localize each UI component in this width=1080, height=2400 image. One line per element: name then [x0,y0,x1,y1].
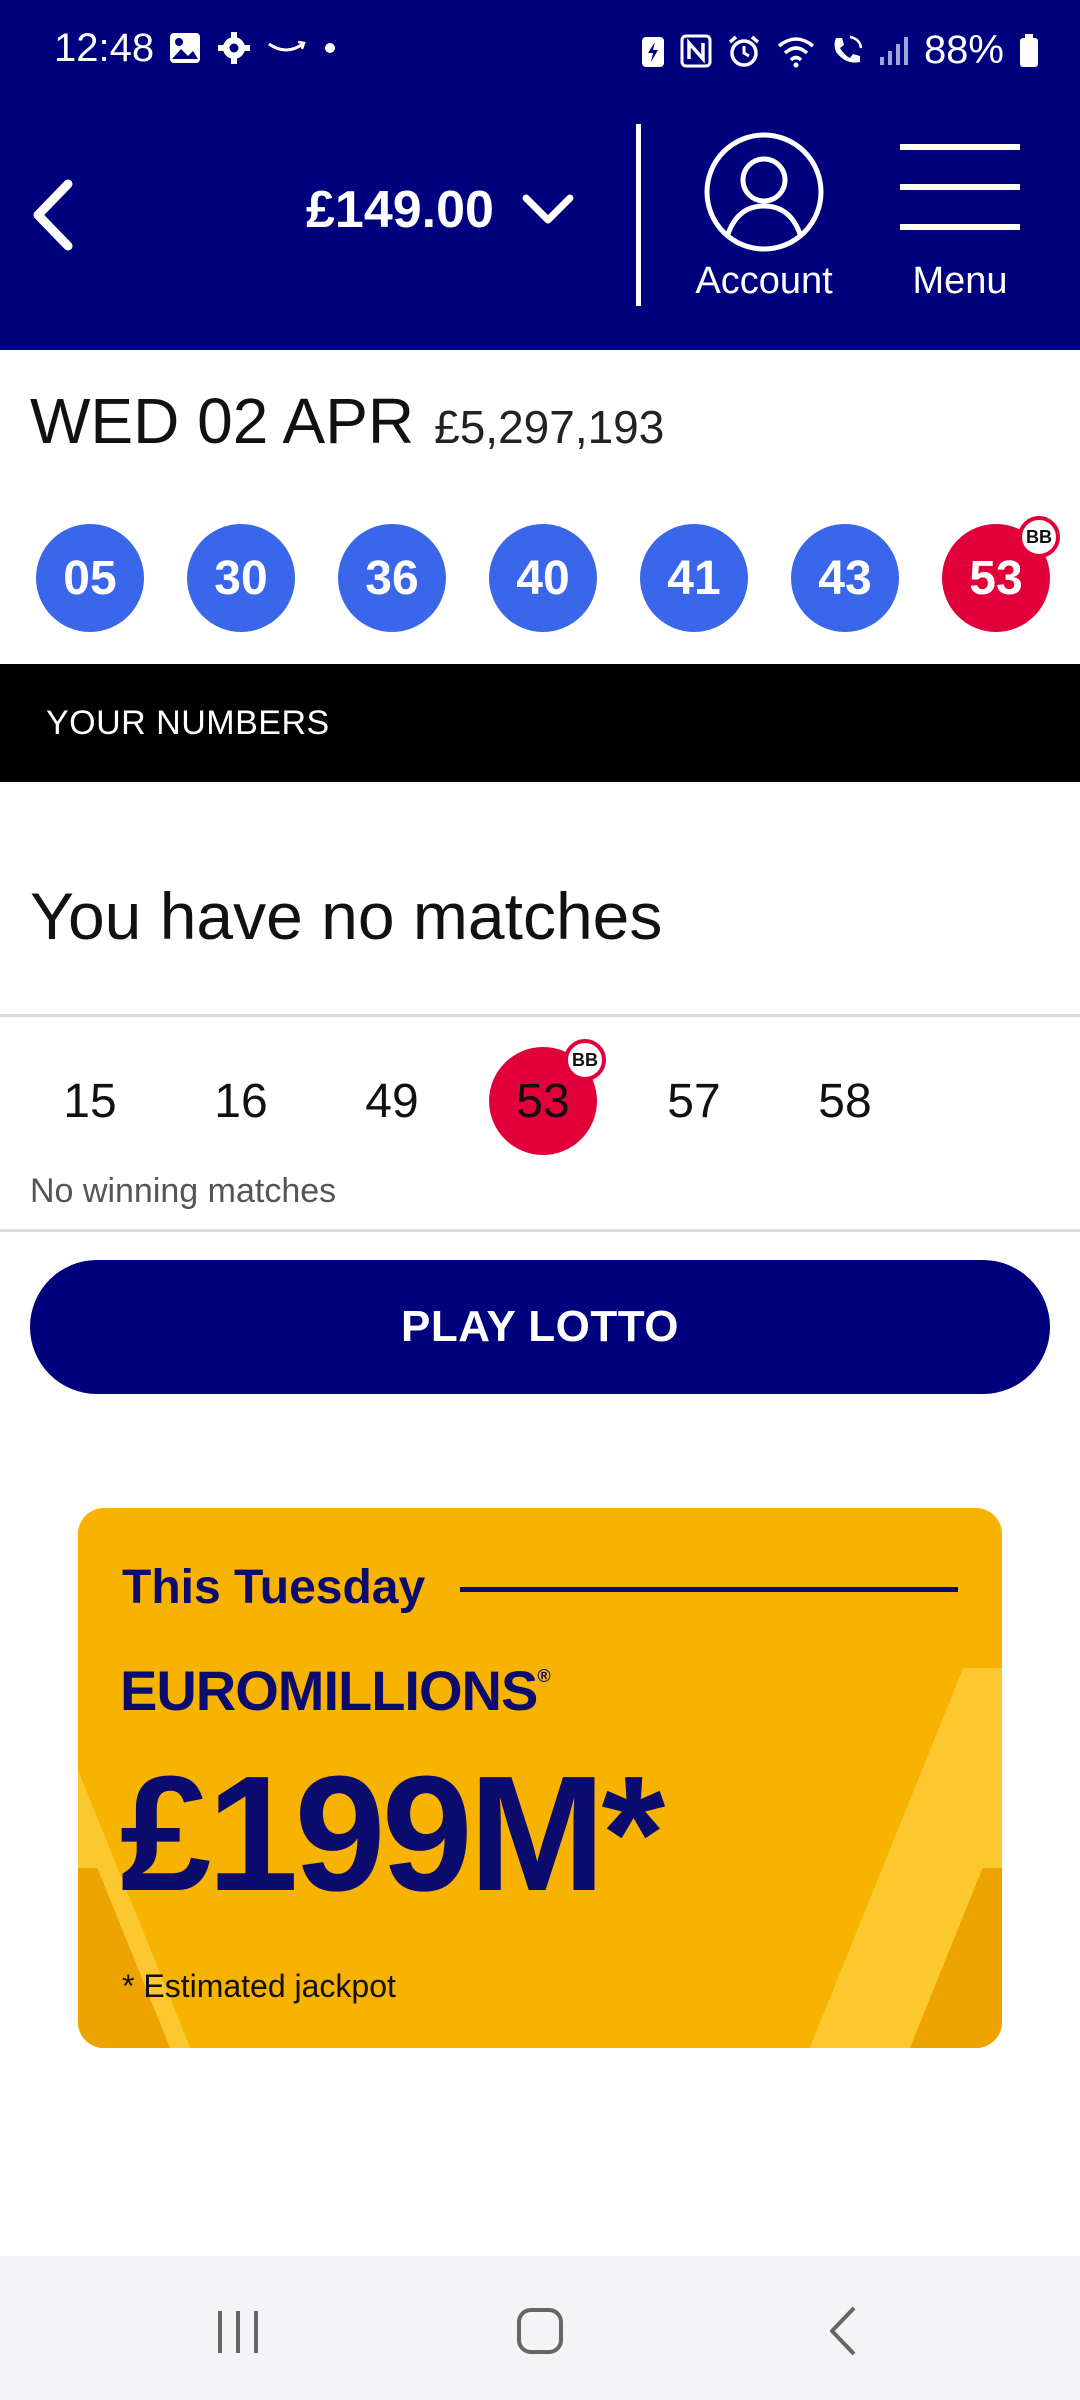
balance-amount: £149.00 [306,181,494,239]
settings-icon [218,32,250,64]
wifi-call-icon [834,35,863,63]
matched-number-badge: BB [564,1039,606,1081]
status-time: 12:48 [54,26,155,70]
your-number: 49 [365,1074,419,1128]
amazon-icon [268,40,306,52]
draw-header: WED 02 APR £5,297,193 [30,384,664,458]
divider [0,1229,1080,1232]
chevron-down-icon [522,194,574,224]
header-divider [636,124,641,306]
system-nav-bar [0,2256,1080,2400]
winning-ball: 43 [791,524,899,632]
back-button[interactable] [20,170,90,260]
euromillions-promo-card[interactable]: This Tuesday EUROMILLIONS® £199M* * Esti… [78,1508,1002,2048]
app-header: £149.00 Account Menu [0,100,1080,350]
draw-jackpot: £5,297,193 [434,401,665,453]
promo-jackpot: £199M* [120,1742,665,1925]
chevron-left-icon [33,179,73,251]
nfc-icon [680,34,712,67]
promo-brand: EUROMILLIONS® [120,1658,551,1723]
account-icon [704,132,824,252]
your-number: 57 [667,1074,721,1128]
battery-icon [1020,33,1038,67]
nav-back-button[interactable] [806,2296,886,2366]
draw-date: WED 02 APR [30,385,415,457]
hamburger-icon [900,144,1020,230]
promo-footnote: * Estimated jackpot [122,1968,396,2004]
signal-icon [879,36,908,65]
promo-brand-mark: ® [537,1666,550,1686]
promo-day: This Tuesday [122,1561,426,1614]
your-numbers-header: YOUR NUMBERS [0,664,1080,782]
status-bar: 12:48 88% [0,0,1080,100]
play-lotto-button[interactable]: PLAY LOTTO [30,1260,1050,1394]
recent-apps-button[interactable] [198,2296,278,2366]
home-button[interactable] [500,2296,580,2366]
your-number: 15 [63,1074,117,1128]
winning-ball: 41 [640,524,748,632]
recent-apps-icon [218,2311,258,2353]
account-button[interactable]: Account [680,130,848,310]
battery-percent: 88% [923,28,1004,72]
section-title: YOUR NUMBERS [46,704,330,742]
wifi-icon [777,36,815,67]
account-label: Account [695,260,833,302]
home-icon [517,2308,563,2354]
alarm-icon [728,35,760,67]
your-number: 58 [818,1074,872,1128]
promo-rule [460,1587,958,1592]
divider [0,1014,1080,1017]
bonus-ball-badge: BB [1018,516,1060,558]
gallery-icon [170,33,200,63]
winning-ball: 40 [489,524,597,632]
winning-ball: 05 [36,524,144,632]
promo-brand-text: EUROMILLIONS [120,1659,538,1722]
battery-saver-icon [641,36,664,67]
back-icon [830,2306,856,2356]
result-title: You have no matches [30,879,663,953]
winning-ball: 36 [338,524,446,632]
match-status: No winning matches [30,1172,337,1210]
menu-label: Menu [912,260,1008,302]
winning-ball: 30 [187,524,295,632]
balance-dropdown[interactable]: £149.00 [306,180,576,240]
dot-icon [325,43,335,53]
your-number: 16 [214,1074,268,1128]
menu-button[interactable]: Menu [880,130,1040,310]
